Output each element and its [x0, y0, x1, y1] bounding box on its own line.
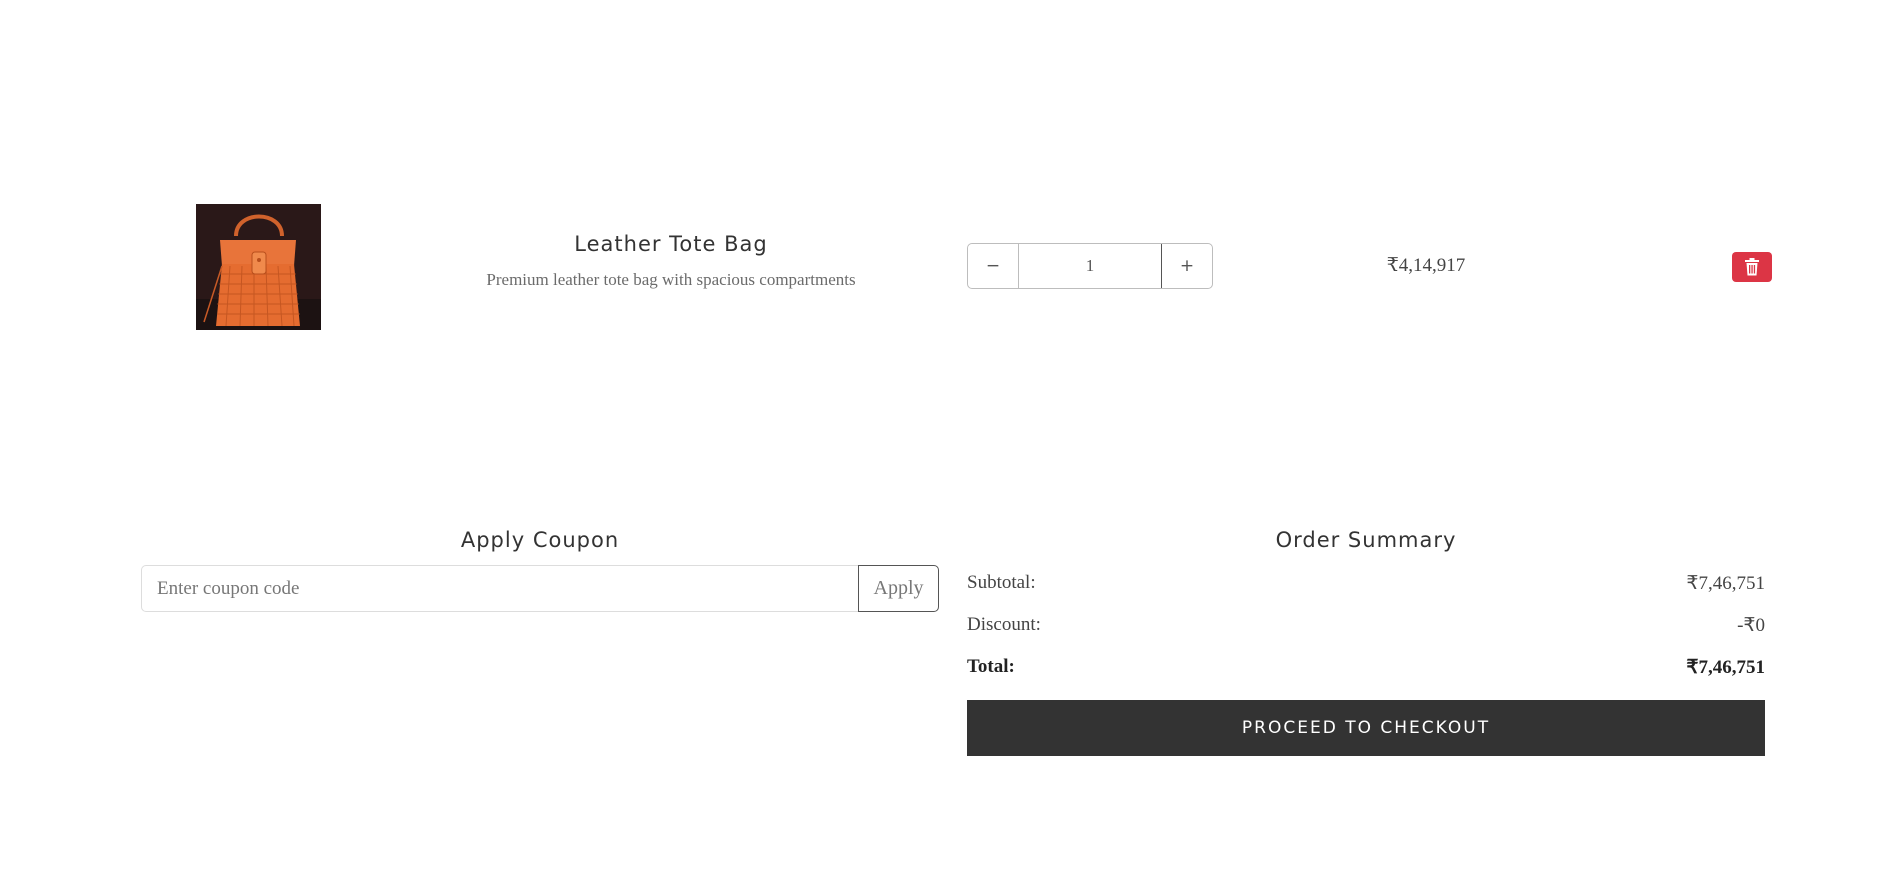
remove-item-button[interactable]	[1732, 252, 1772, 282]
item-price: ₹4,14,917	[1386, 255, 1466, 276]
quantity-stepper: − +	[967, 243, 1213, 289]
subtotal-label: Subtotal:	[967, 572, 1036, 593]
subtotal-value: ₹7,46,751	[1686, 572, 1765, 594]
order-summary-title: Order Summary	[1275, 528, 1457, 552]
order-summary: Order Summary Subtotal: ₹7,46,751 Discou…	[967, 528, 1765, 756]
trash-icon	[1745, 258, 1759, 276]
apply-coupon-button[interactable]: Apply	[858, 565, 939, 612]
product-description: Premium leather tote bag with spacious c…	[486, 270, 856, 289]
subtotal-row: Subtotal: ₹7,46,751	[967, 562, 1765, 604]
total-label: Total:	[967, 656, 1015, 677]
coupon-title: Apply Coupon	[460, 528, 620, 552]
cart-page: Leather Tote Bag Premium leather tote ba…	[0, 0, 1885, 870]
discount-row: Discount: -₹0	[967, 604, 1765, 646]
product-image	[196, 204, 321, 330]
summary-rows: Subtotal: ₹7,46,751 Discount: -₹0 Total:…	[967, 562, 1765, 688]
discount-label: Discount:	[967, 614, 1041, 635]
total-row: Total: ₹7,46,751	[967, 646, 1765, 688]
product-name: Leather Tote Bag	[574, 232, 768, 256]
proceed-to-checkout-button[interactable]: PROCEED TO CHECKOUT	[967, 700, 1765, 756]
coupon-form: Apply	[141, 565, 939, 612]
coupon-code-input[interactable]	[141, 565, 858, 612]
handbag-icon	[196, 204, 321, 330]
decrease-quantity-button[interactable]: −	[968, 244, 1019, 288]
increase-quantity-button[interactable]: +	[1161, 244, 1212, 288]
quantity-input[interactable]	[1019, 244, 1161, 288]
product-info: Leather Tote Bag Premium leather tote ba…	[446, 232, 896, 290]
coupon-section: Apply Coupon Apply	[141, 528, 939, 612]
total-value: ₹7,46,751	[1686, 656, 1765, 678]
cart-item-row: Leather Tote Bag Premium leather tote ba…	[196, 204, 1778, 330]
discount-value: -₹0	[1737, 614, 1765, 636]
